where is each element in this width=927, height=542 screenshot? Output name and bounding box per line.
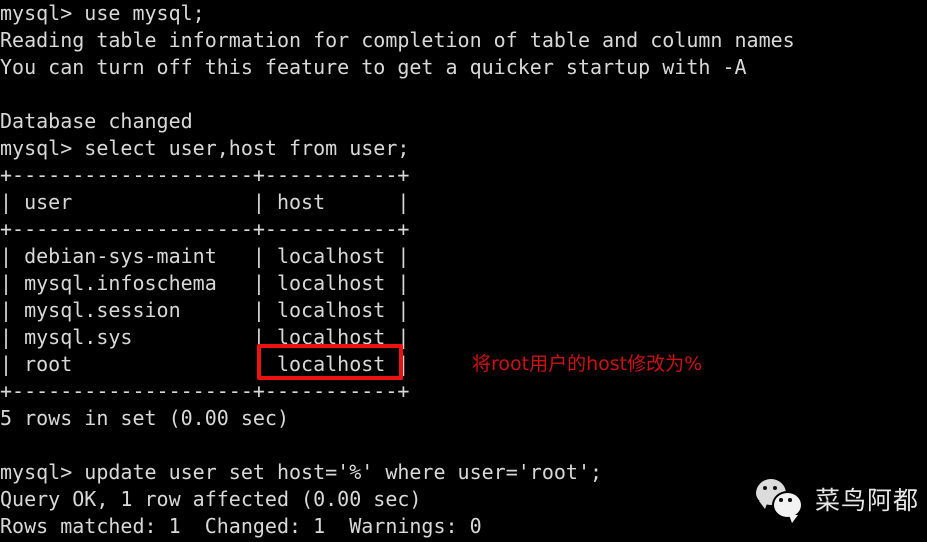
table-border-top: +--------------------+-----------+ bbox=[0, 163, 410, 187]
wechat-icon bbox=[756, 478, 806, 523]
table-header-row: | user | host | bbox=[0, 190, 410, 214]
table-row: | mysql.infoschema | localhost | bbox=[0, 271, 410, 295]
table-row: | mysql.session | localhost | bbox=[0, 298, 410, 322]
annotation-text: 将root用户的host修改为% bbox=[472, 353, 703, 375]
table-row: | mysql.sys | localhost | bbox=[0, 325, 410, 349]
table-border-mid: +--------------------+-----------+ bbox=[0, 217, 410, 241]
terminal-line: You can turn off this feature to get a q… bbox=[0, 55, 747, 79]
terminal-window[interactable]: mysql> use mysql; Reading table informat… bbox=[0, 0, 927, 542]
terminal-output: mysql> use mysql; Reading table informat… bbox=[0, 0, 927, 540]
watermark-label: 菜鸟阿都 bbox=[815, 486, 920, 515]
table-row: | debian-sys-maint | localhost | bbox=[0, 244, 410, 268]
table-border-bottom: +--------------------+-----------+ bbox=[0, 379, 410, 403]
table-row: | root | localhost | bbox=[0, 352, 410, 376]
result-summary: 5 rows in set (0.00 sec) bbox=[0, 406, 289, 430]
terminal-line: Reading table information for completion… bbox=[0, 28, 795, 52]
terminal-line: mysql> use mysql; bbox=[0, 1, 205, 25]
terminal-line: Database changed bbox=[0, 109, 193, 133]
terminal-line: mysql> select user,host from user; bbox=[0, 136, 410, 160]
watermark: 菜鸟阿都 bbox=[756, 478, 920, 523]
